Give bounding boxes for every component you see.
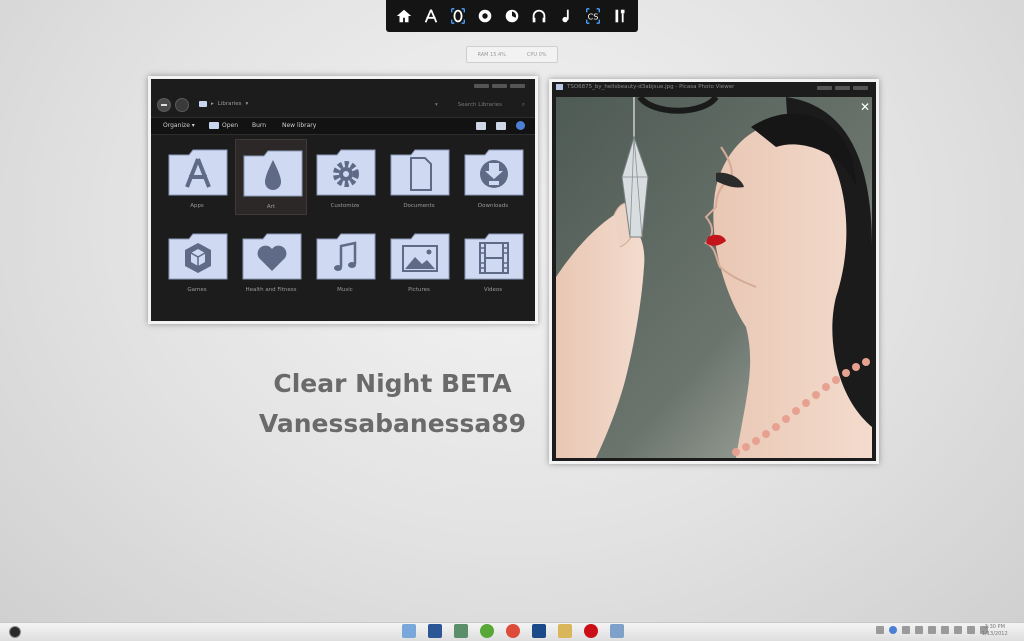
document-icon — [390, 149, 450, 196]
home-icon[interactable] — [393, 5, 415, 27]
app-store-icon[interactable] — [420, 5, 442, 27]
breadcrumb-libraries[interactable]: Libraries — [218, 101, 242, 107]
folder-documents[interactable]: Documents — [383, 139, 455, 215]
command-bar: Organize ▾ Open Burn New library — [151, 117, 535, 135]
back-button[interactable] — [157, 98, 171, 112]
burn-button[interactable]: Burn — [252, 122, 266, 129]
aperture-icon[interactable] — [474, 5, 496, 27]
minimize-button[interactable] — [474, 84, 489, 88]
photo-viewer-controls — [817, 86, 868, 90]
cube-icon — [168, 233, 228, 280]
creative-suite-icon[interactable]: CS — [582, 5, 604, 27]
tray-help-icon[interactable] — [889, 626, 897, 634]
gear-icon — [316, 149, 376, 196]
view-options-icon[interactable] — [476, 121, 486, 130]
folder-pictures[interactable]: Pictures — [383, 223, 455, 299]
organize-button[interactable]: Organize ▾ — [163, 122, 195, 129]
theme-author: Vanessabanessa89 — [258, 409, 527, 438]
heart-icon — [242, 233, 302, 280]
open-button[interactable]: Open — [209, 122, 238, 129]
music-note-icon — [316, 233, 376, 280]
tray-printer-icon[interactable] — [915, 626, 923, 634]
search-icon: ⌕ — [521, 101, 525, 108]
start-button[interactable] — [9, 626, 21, 638]
breadcrumb[interactable]: ▸ Libraries ▾ — [199, 101, 248, 107]
tools-icon[interactable] — [609, 5, 631, 27]
media-taskbar-icon[interactable] — [480, 624, 494, 638]
opera-icon[interactable] — [447, 5, 469, 27]
help-icon[interactable] — [516, 121, 525, 130]
folder-videos[interactable]: Videos — [457, 223, 529, 299]
folder-apps[interactable]: Apps — [161, 139, 233, 215]
taskbar-clock[interactable]: 3:30 PM 1/13/2012 — [982, 624, 1008, 638]
network-taskbar-icon[interactable] — [454, 624, 468, 638]
tray-display-icon[interactable] — [928, 626, 936, 634]
folder-customize[interactable]: Customize — [309, 139, 381, 215]
theme-title: Clear Night BETA — [273, 369, 512, 398]
picasa-taskbar-icon[interactable] — [610, 624, 624, 638]
system-meter: RAM 15.4% CPU 0% — [466, 46, 558, 63]
download-icon — [464, 149, 524, 196]
tray-expand-icon[interactable] — [876, 626, 884, 634]
svg-text:CS: CS — [588, 12, 599, 22]
photo-close-icon[interactable]: ✕ — [860, 100, 870, 114]
photoshop-taskbar-icon[interactable] — [532, 624, 546, 638]
tray-flag-icon[interactable] — [954, 626, 962, 634]
explorer-title-bar[interactable] — [151, 79, 535, 93]
tray-window-icon[interactable] — [941, 626, 949, 634]
folder-downloads[interactable]: Downloads — [457, 139, 529, 215]
new-library-button[interactable]: New library — [282, 122, 316, 129]
clock-time: 3:30 PM — [984, 624, 1005, 630]
address-bar: ▸ Libraries ▾ ▾ Search Libraries ⌕ — [151, 95, 535, 115]
firefox-icon[interactable] — [501, 5, 523, 27]
opera-taskbar-icon[interactable] — [584, 624, 598, 638]
folder-games[interactable]: Games — [161, 223, 233, 299]
droplet-icon — [243, 150, 303, 197]
photo-maximize-button[interactable] — [835, 86, 850, 90]
photo-viewer-window[interactable]: TSO6875_by_hellsbeauty-d3abjsue.jpg - Pi… — [549, 79, 879, 464]
film-icon — [464, 233, 524, 280]
picasa-icon — [556, 84, 563, 90]
folder-health-and-fitness[interactable]: Health and Fitness — [235, 223, 307, 299]
chrome-taskbar-icon[interactable] — [506, 624, 520, 638]
photo-minimize-button[interactable] — [817, 86, 832, 90]
open-folder-icon — [209, 122, 219, 129]
tray-network-icon[interactable] — [967, 626, 975, 634]
preview-pane-icon[interactable] — [496, 121, 506, 130]
word-taskbar-icon[interactable] — [428, 624, 442, 638]
library-grid: Apps Art Customize Documents Downloads G… — [161, 139, 529, 299]
ram-readout: RAM 15.4% — [477, 51, 506, 58]
library-folder-icon — [199, 101, 207, 107]
folder-taskbar-icon[interactable] — [558, 624, 572, 638]
forward-button[interactable] — [175, 98, 189, 112]
portrait-photo — [556, 97, 872, 458]
picture-icon — [390, 233, 450, 280]
system-tray — [876, 626, 988, 634]
search-input[interactable]: Search Libraries — [458, 102, 502, 108]
maximize-button[interactable] — [492, 84, 507, 88]
window-controls — [474, 84, 525, 88]
explorer-window[interactable]: ▸ Libraries ▾ ▾ Search Libraries ⌕ Organ… — [148, 76, 538, 324]
clock-date: 1/13/2012 — [982, 631, 1008, 637]
folder-art[interactable]: Art — [235, 139, 307, 215]
photo-viewer-title-bar[interactable]: TSO6875_by_hellsbeauty-d3abjsue.jpg - Pi… — [556, 84, 734, 90]
app-store-icon — [168, 149, 228, 196]
headphones-icon[interactable] — [528, 5, 550, 27]
search-box[interactable]: ▾ Search Libraries ⌕ — [435, 100, 525, 110]
folder-music[interactable]: Music — [309, 223, 381, 299]
cpu-readout: CPU 0% — [526, 51, 547, 58]
explorer-taskbar-icon[interactable] — [402, 624, 416, 638]
music-icon[interactable] — [555, 5, 577, 27]
photo-close-window-button[interactable] — [853, 86, 868, 90]
tray-gear-icon[interactable] — [902, 626, 910, 634]
photo-viewer-title: TSO6875_by_hellsbeauty-d3abjsue.jpg - Pi… — [567, 84, 735, 90]
wallpaper-headline: Clear Night BETA Vanessabanessa89 — [220, 364, 565, 444]
photo-display — [556, 97, 872, 458]
taskbar: 3:30 PM 1/13/2012 — [0, 622, 1024, 641]
close-button[interactable] — [510, 84, 525, 88]
taskbar-apps — [402, 624, 624, 638]
top-dock: CS — [386, 0, 638, 32]
